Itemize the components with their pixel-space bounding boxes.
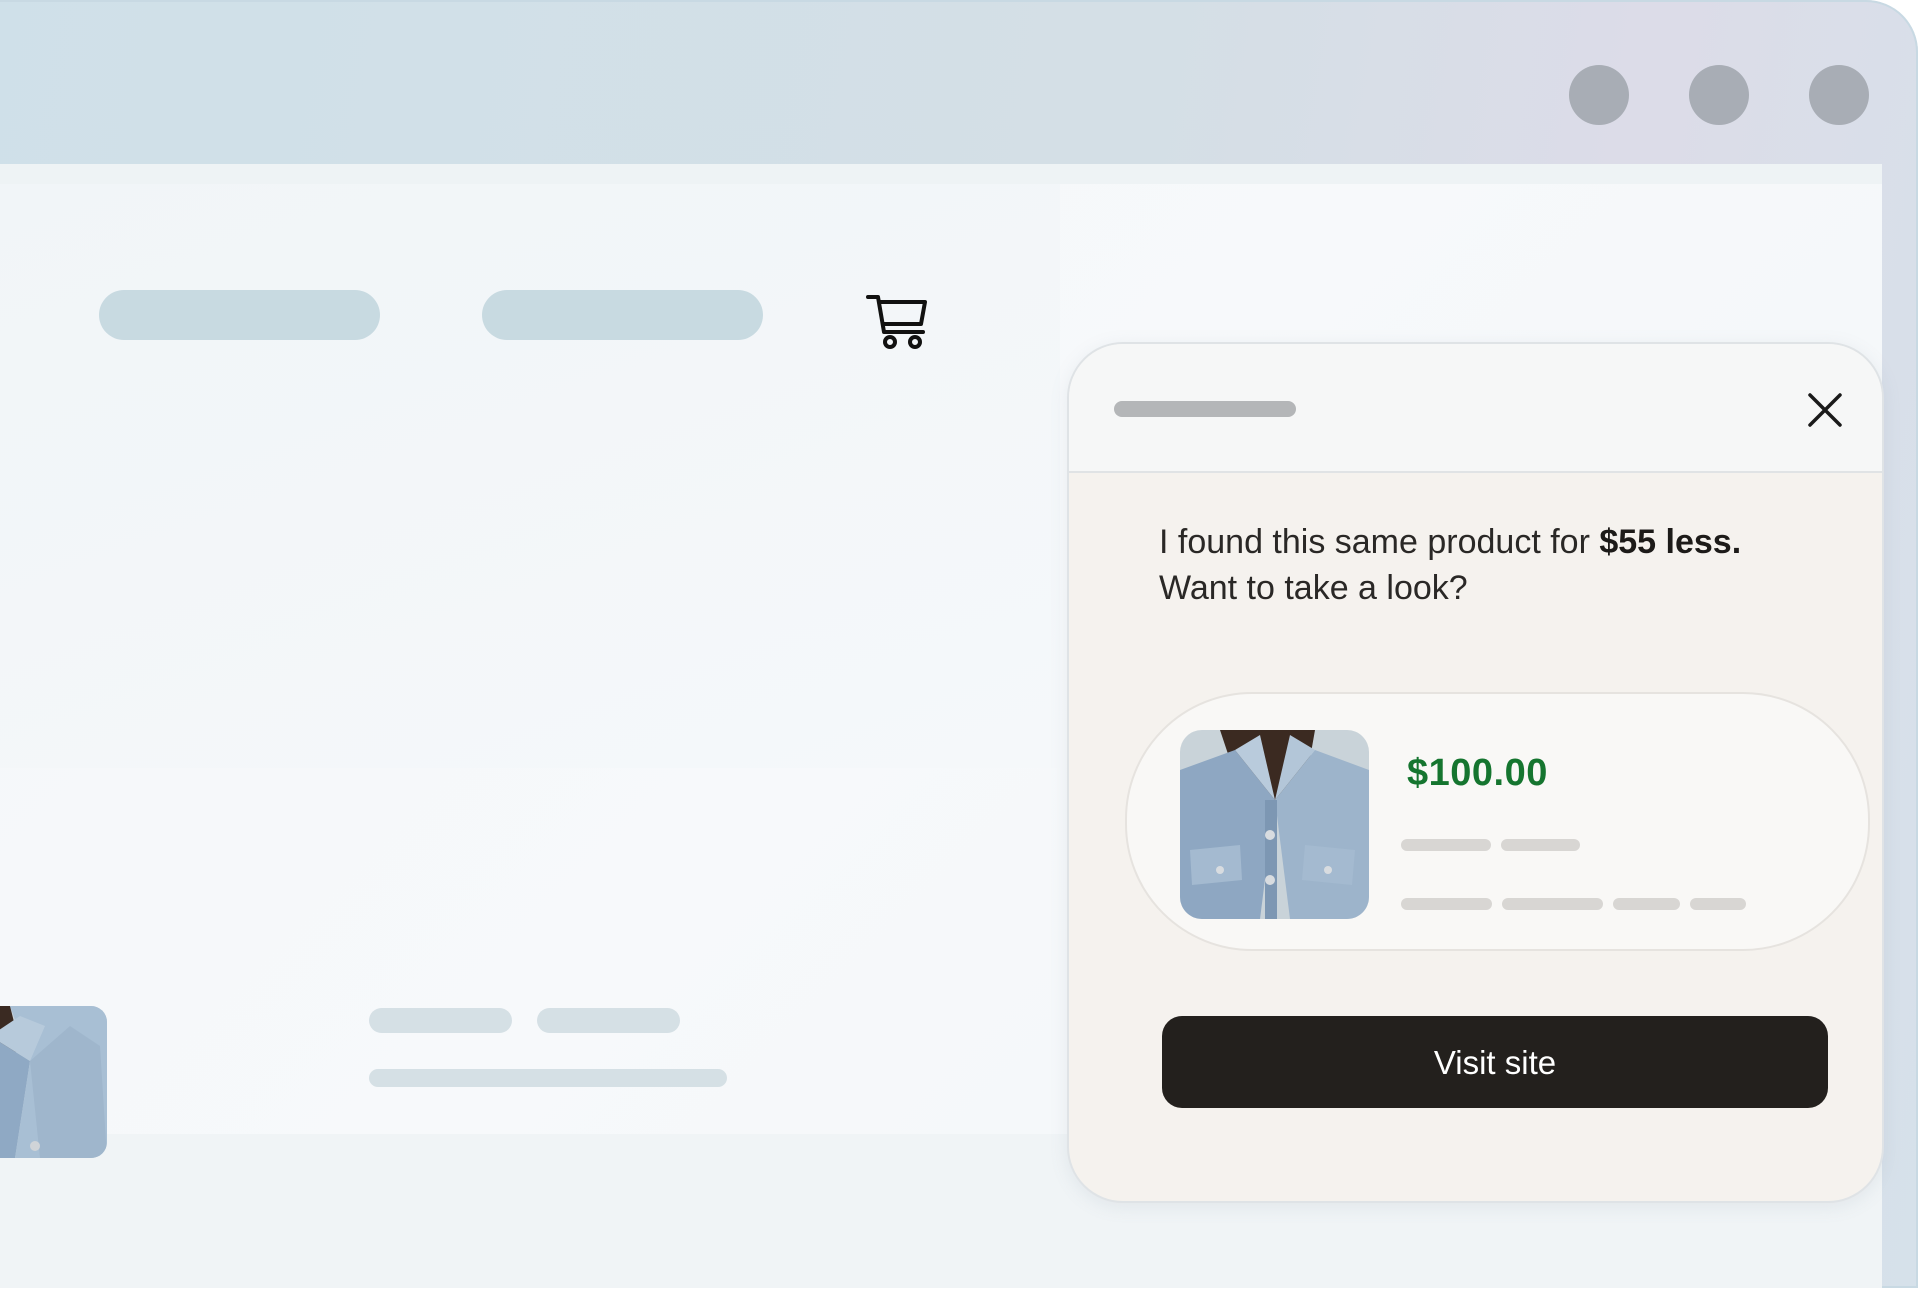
panel-header	[1069, 344, 1882, 473]
cart-icon[interactable]	[865, 292, 931, 352]
card-text-placeholder	[1690, 898, 1746, 910]
panel-title-placeholder	[1114, 401, 1296, 417]
window-maximize-button[interactable]	[1689, 65, 1749, 125]
card-text-placeholder	[1502, 898, 1603, 910]
nav-placeholder-2[interactable]	[482, 290, 763, 340]
card-text-placeholder	[1501, 839, 1580, 851]
close-button[interactable]	[1805, 390, 1845, 430]
panel-message: I found this same product for $55 less. W…	[1159, 519, 1839, 611]
list-text-placeholder-3	[369, 1069, 727, 1087]
nav-placeholder-1[interactable]	[99, 290, 380, 340]
message-savings: $55 less.	[1599, 523, 1742, 561]
page-hero	[0, 184, 1060, 768]
card-text-placeholder	[1401, 839, 1491, 851]
close-icon	[1808, 393, 1842, 427]
product-card[interactable]: $100.00	[1125, 692, 1870, 951]
card-text-placeholder	[1613, 898, 1680, 910]
copilot-shopping-panel: I found this same product for $55 less. W…	[1067, 342, 1884, 1203]
window-minimize-button[interactable]	[1569, 65, 1629, 125]
window-close-button[interactable]	[1809, 65, 1869, 125]
title-bar	[0, 0, 1918, 164]
message-prefix: I found this same product for	[1159, 523, 1600, 561]
product-thumbnail[interactable]	[0, 1006, 107, 1158]
product-price: $100.00	[1407, 752, 1548, 794]
message-question: Want to take a look?	[1159, 569, 1468, 607]
visit-site-button[interactable]: Visit site	[1162, 1016, 1828, 1108]
card-text-placeholder	[1401, 898, 1492, 910]
list-text-placeholder-2	[537, 1008, 680, 1033]
product-image[interactable]	[1180, 730, 1369, 919]
list-text-placeholder-1	[369, 1008, 512, 1033]
